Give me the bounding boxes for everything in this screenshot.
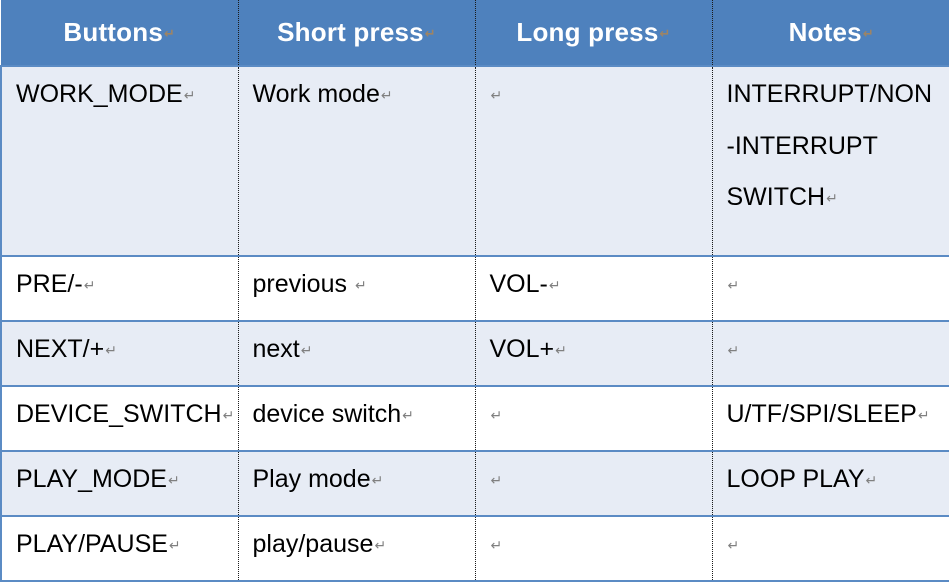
return-mark-icon: ↵ (865, 473, 878, 489)
cell-long-press: VOL+↵ (475, 321, 712, 386)
cell-button: NEXT/+↵ (1, 321, 238, 386)
return-mark-icon: ↵ (727, 538, 740, 554)
cell-notes: U/TF/SPI/SLEEP↵ (712, 386, 949, 451)
return-mark-icon: ↵ (659, 27, 671, 42)
column-header-notes: Notes↵ (712, 0, 949, 66)
return-mark-icon: ↵ (167, 473, 180, 489)
return-mark-icon: ↵ (168, 538, 181, 554)
return-mark-icon: ↵ (554, 343, 567, 359)
cell-long-press-text: VOL+ (490, 335, 555, 363)
cell-notes-text: U/TF/SPI/SLEEP (727, 400, 917, 428)
cell-short-press: next↵ (238, 321, 475, 386)
cell-short-press: Work mode↵ (238, 66, 475, 256)
cell-button-text: PRE/- (16, 270, 83, 298)
cell-notes-text: LOOP PLAY (727, 465, 865, 493)
table-header-row: Buttons↵ Short press↵ Long press↵ Notes↵ (1, 0, 949, 66)
cell-short-press: previous ↵ (238, 256, 475, 321)
return-mark-icon: ↵ (373, 538, 386, 554)
cell-button-text: PLAY_MODE (16, 465, 167, 493)
column-header-short-press: Short press↵ (238, 0, 475, 66)
button-function-table: Buttons↵ Short press↵ Long press↵ Notes↵… (0, 0, 949, 582)
column-header-short-press-label: Short press (277, 17, 424, 47)
cell-short-press-text: Work mode (253, 80, 380, 108)
column-header-buttons-label: Buttons (63, 17, 163, 47)
return-mark-icon: ↵ (490, 473, 503, 489)
table-body: WORK_MODE↵ Work mode↵ ↵ INTERRUPT/NON-IN… (1, 66, 949, 581)
table-row: DEVICE_SWITCH↵ device switch↵ ↵ U/TF/SPI… (1, 386, 949, 451)
column-header-notes-label: Notes (789, 17, 862, 47)
cell-short-press-text: next (253, 335, 300, 363)
return-mark-icon: ↵ (83, 278, 96, 294)
return-mark-icon: ↵ (371, 473, 384, 489)
return-mark-icon: ↵ (727, 278, 740, 294)
return-mark-icon: ↵ (424, 27, 436, 42)
return-mark-icon: ↵ (490, 538, 503, 554)
cell-button-text: PLAY/PAUSE (16, 530, 168, 558)
cell-button-text: DEVICE_SWITCH (16, 400, 222, 428)
return-mark-icon: ↵ (490, 408, 503, 424)
cell-short-press: play/pause↵ (238, 516, 475, 581)
table-row: PRE/-↵ previous ↵ VOL-↵ ↵ (1, 256, 949, 321)
cell-notes: INTERRUPT/NON -INTERRUPT SWITCH↵ (712, 66, 949, 256)
cell-long-press: ↵ (475, 66, 712, 256)
cell-long-press: ↵ (475, 386, 712, 451)
cell-notes-line: INTERRUPT/NON (727, 77, 949, 113)
return-mark-icon: ↵ (104, 343, 117, 359)
return-mark-icon: ↵ (380, 88, 393, 104)
return-mark-icon: ↵ (825, 191, 838, 207)
cell-short-press: device switch↵ (238, 386, 475, 451)
button-function-table-container: Buttons↵ Short press↵ Long press↵ Notes↵… (0, 0, 949, 579)
cell-button-text: NEXT/+ (16, 335, 104, 363)
cell-notes: LOOP PLAY↵ (712, 451, 949, 516)
cell-long-press: VOL-↵ (475, 256, 712, 321)
return-mark-icon: ↵ (354, 278, 367, 294)
cell-short-press-text: Play mode (253, 465, 371, 493)
return-mark-icon: ↵ (183, 88, 196, 104)
table-row: WORK_MODE↵ Work mode↵ ↵ INTERRUPT/NON-IN… (1, 66, 949, 256)
cell-button: PRE/-↵ (1, 256, 238, 321)
cell-button: PLAY/PAUSE↵ (1, 516, 238, 581)
cell-notes-line: SWITCH↵ (727, 180, 949, 216)
cell-long-press: ↵ (475, 516, 712, 581)
table-row: NEXT/+↵ next↵ VOL+↵ ↵ (1, 321, 949, 386)
cell-notes: ↵ (712, 321, 949, 386)
cell-button: PLAY_MODE↵ (1, 451, 238, 516)
return-mark-icon: ↵ (727, 343, 740, 359)
cell-short-press-text: previous (253, 270, 354, 298)
cell-notes-line: -INTERRUPT (727, 129, 949, 165)
cell-short-press-text: play/pause (253, 530, 374, 558)
column-header-long-press: Long press↵ (475, 0, 712, 66)
table-header: Buttons↵ Short press↵ Long press↵ Notes↵ (1, 0, 949, 66)
return-mark-icon: ↵ (917, 408, 930, 424)
return-mark-icon: ↵ (300, 343, 313, 359)
cell-button-text: WORK_MODE (16, 80, 183, 108)
return-mark-icon: ↵ (490, 88, 503, 104)
return-mark-icon: ↵ (548, 278, 561, 294)
cell-short-press-text: device switch (253, 400, 402, 428)
return-mark-icon: ↵ (401, 408, 414, 424)
cell-notes: ↵ (712, 516, 949, 581)
cell-notes: ↵ (712, 256, 949, 321)
cell-short-press: Play mode↵ (238, 451, 475, 516)
cell-button: WORK_MODE↵ (1, 66, 238, 256)
table-row: PLAY/PAUSE↵ play/pause↵ ↵ ↵ (1, 516, 949, 581)
return-mark-icon: ↵ (163, 27, 175, 42)
cell-button: DEVICE_SWITCH↵ (1, 386, 238, 451)
column-header-buttons: Buttons↵ (1, 0, 238, 66)
return-mark-icon: ↵ (222, 408, 235, 424)
cell-long-press-text: VOL- (490, 270, 548, 298)
column-header-long-press-label: Long press (516, 17, 658, 47)
cell-long-press: ↵ (475, 451, 712, 516)
table-row: PLAY_MODE↵ Play mode↵ ↵ LOOP PLAY↵ (1, 451, 949, 516)
cell-notes-line-text: SWITCH (727, 183, 826, 211)
return-mark-icon: ↵ (862, 27, 874, 42)
